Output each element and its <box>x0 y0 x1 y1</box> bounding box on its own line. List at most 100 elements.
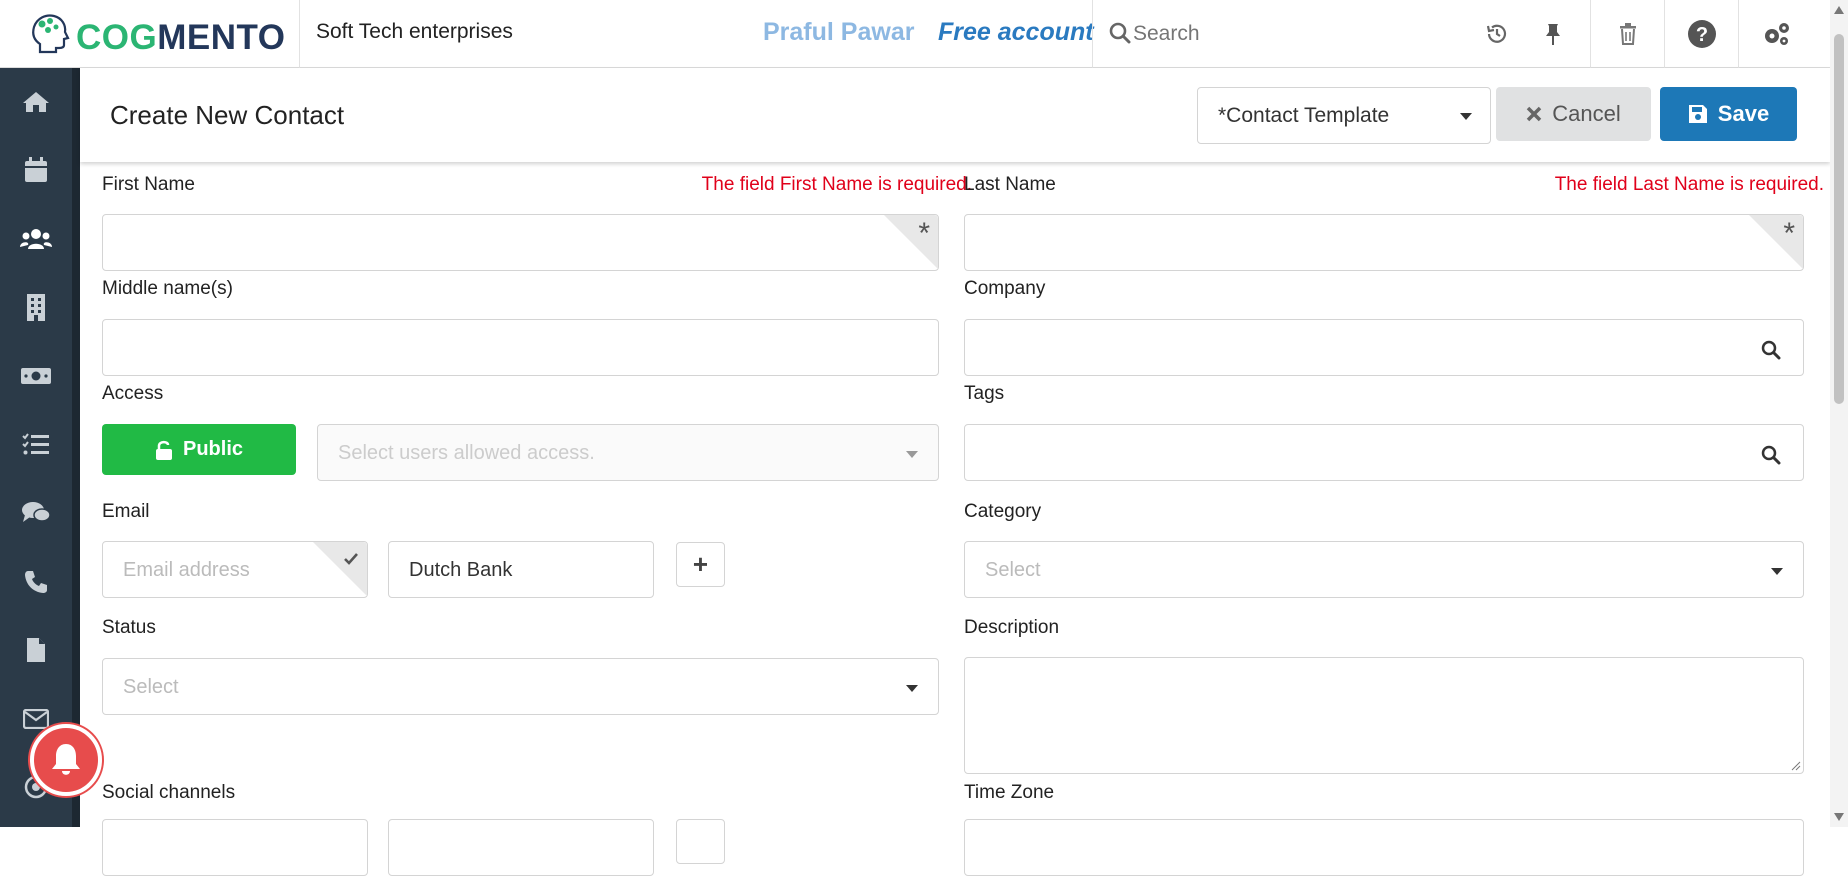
email-type-value: Dutch Bank <box>409 559 513 581</box>
pin-button[interactable] <box>1516 0 1590 68</box>
documents-icon <box>27 638 45 662</box>
category-select[interactable]: Select <box>964 541 1804 598</box>
close-icon <box>1527 106 1542 122</box>
sidebar-item-companies[interactable] <box>0 284 72 330</box>
social-channel-field[interactable] <box>388 819 654 876</box>
global-search <box>1092 0 1462 68</box>
sidebar-edge <box>72 68 80 827</box>
description-label: Description <box>964 617 1060 638</box>
save-icon <box>1688 105 1707 123</box>
cases-icon <box>22 502 51 522</box>
valid-corner <box>313 542 367 596</box>
add-social-button[interactable] <box>676 819 725 864</box>
deals-icon <box>21 368 51 384</box>
status-select[interactable]: Select <box>102 658 939 715</box>
public-access-button[interactable]: Public <box>102 424 296 475</box>
logo-part-2: MENTO <box>157 18 286 57</box>
resize-handle-icon[interactable] <box>1789 759 1801 771</box>
timezone-select[interactable] <box>964 819 1804 876</box>
scrollbar-thumb[interactable] <box>1834 34 1844 404</box>
chevron-down-icon <box>1460 113 1472 120</box>
public-label: Public <box>182 438 243 460</box>
tasks-icon <box>22 433 49 455</box>
save-button[interactable]: Save <box>1660 87 1797 141</box>
last-name-label: Last Name <box>964 174 1056 195</box>
companies-icon <box>27 294 45 321</box>
description-textarea[interactable] <box>964 657 1804 774</box>
chevron-down-icon <box>906 451 918 458</box>
users-access-select[interactable]: Select users allowed access. <box>317 424 939 481</box>
email-label: Email <box>102 501 150 522</box>
trash-button[interactable] <box>1590 0 1664 68</box>
user-name[interactable]: Praful Pawar <box>763 18 914 47</box>
logo-head-icon <box>32 14 70 54</box>
logo[interactable]: COGMENTO <box>0 0 300 68</box>
email-placeholder: Email address <box>123 559 250 581</box>
social-channels-label: Social channels <box>102 782 236 803</box>
add-email-button[interactable]: + <box>676 542 725 587</box>
category-label: Category <box>964 501 1042 522</box>
check-icon <box>344 553 358 565</box>
sidebar-item-deals[interactable] <box>0 353 72 399</box>
search-icon <box>1761 340 1781 360</box>
last-name-field[interactable]: * <box>964 214 1804 271</box>
account-plan[interactable]: Free account <box>938 18 1094 47</box>
top-bar: COGMENTO Soft Tech enterprises Praful Pa… <box>0 0 1848 68</box>
required-asterisk-icon: * <box>1783 217 1795 250</box>
tags-field[interactable] <box>964 424 1804 481</box>
sidebar-item-contacts[interactable] <box>0 216 72 262</box>
pin-icon <box>1546 24 1560 45</box>
trash-icon <box>1619 23 1636 45</box>
sidebar-item-documents[interactable] <box>0 627 72 673</box>
scroll-up-icon[interactable] <box>1834 6 1844 14</box>
tags-label: Tags <box>964 383 1005 404</box>
organization-name: Soft Tech enterprises <box>316 20 513 43</box>
cancel-label: Cancel <box>1552 101 1621 126</box>
timezone-label: Time Zone <box>964 782 1055 803</box>
unlock-icon <box>155 440 172 460</box>
first-name-field[interactable]: * <box>102 214 939 271</box>
social-channel-select[interactable] <box>102 819 368 876</box>
plus-icon: + <box>692 549 709 579</box>
help-button[interactable]: ? <box>1664 0 1738 68</box>
middle-name-field[interactable] <box>102 319 939 376</box>
contact-template-select[interactable]: *Contact Template <box>1197 87 1491 144</box>
sidebar-item-home[interactable] <box>0 79 72 125</box>
status-placeholder: Select <box>123 676 179 698</box>
sidebar-item-cases[interactable] <box>0 490 72 536</box>
email-type-field[interactable]: Dutch Bank <box>388 541 654 598</box>
sidebar-item-calendar[interactable] <box>0 147 72 193</box>
scroll-down-icon[interactable] <box>1834 813 1844 821</box>
sidebar-item-tasks[interactable] <box>0 421 72 467</box>
search-input[interactable] <box>1133 14 1433 54</box>
sidebar-item-calls[interactable] <box>0 559 72 605</box>
users-access-placeholder: Select users allowed access. <box>338 442 595 464</box>
page-header: Create New Contact *Contact Template Can… <box>80 68 1830 162</box>
status-label: Status <box>102 617 156 638</box>
email-icon <box>23 709 49 729</box>
chevron-down-icon <box>1771 568 1783 575</box>
first-name-error: The field First Name is required. <box>701 174 972 195</box>
contacts-icon <box>20 229 52 249</box>
settings-icon <box>1764 23 1789 45</box>
page-title: Create New Contact <box>110 100 345 130</box>
logo-part-1: COG <box>76 18 158 57</box>
logo-wordmark: COGMENTO <box>76 18 285 58</box>
contact-template-value: *Contact Template <box>1218 104 1390 127</box>
required-asterisk-icon: * <box>918 217 930 250</box>
cancel-button[interactable]: Cancel <box>1496 87 1651 141</box>
settings-button[interactable] <box>1738 0 1812 68</box>
svg-text:?: ? <box>1695 24 1707 46</box>
search-icon <box>1761 445 1781 465</box>
company-label: Company <box>964 278 1046 299</box>
email-address-field[interactable]: Email address <box>102 541 368 598</box>
chevron-down-icon <box>906 685 918 692</box>
category-placeholder: Select <box>985 559 1041 581</box>
calls-icon <box>25 571 47 593</box>
home-icon <box>23 92 49 112</box>
sidebar <box>0 68 80 827</box>
page-scrollbar[interactable] <box>1830 0 1848 827</box>
calendar-icon <box>25 157 47 182</box>
last-name-error: The field Last Name is required. <box>1554 174 1824 195</box>
company-field[interactable] <box>964 319 1804 376</box>
